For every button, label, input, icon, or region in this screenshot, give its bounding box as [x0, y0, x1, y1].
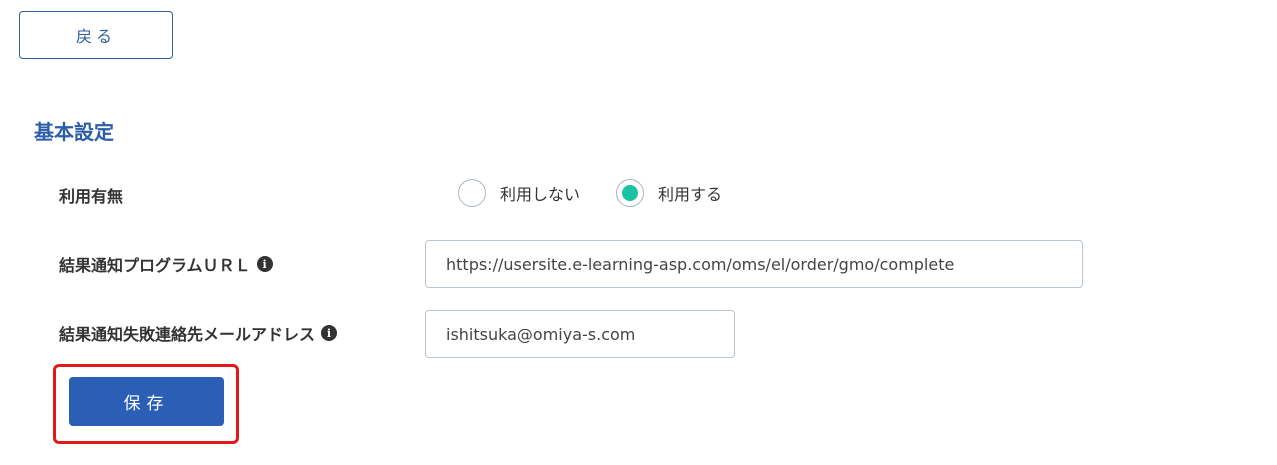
result-url-label-text: 結果通知プログラムＵＲＬ	[59, 256, 251, 275]
info-icon[interactable]: i	[321, 325, 338, 341]
usage-label: 利用有無	[59, 183, 123, 207]
info-icon[interactable]: i	[256, 256, 273, 272]
radio-not-use[interactable]	[458, 179, 486, 207]
usage-label-text: 利用有無	[59, 187, 124, 206]
result-url-label: 結果通知プログラムＵＲＬ i	[59, 252, 273, 276]
result-url-input[interactable]: https://usersite.e-learning-asp.com/oms/…	[425, 240, 1083, 288]
radio-not-use-label: 利用しない	[500, 185, 581, 204]
radio-use-label: 利用する	[658, 185, 723, 204]
radio-use[interactable]	[616, 179, 645, 207]
radio-option-use[interactable]: 利用する	[616, 179, 722, 207]
radio-selected-dot	[622, 185, 639, 201]
usage-radio-group: 利用しない 利用する	[458, 179, 722, 207]
failure-email-label-text: 結果通知失敗連絡先メールアドレス	[59, 325, 316, 344]
save-button[interactable]: 保存	[69, 377, 224, 426]
failure-email-label: 結果通知失敗連絡先メールアドレス i	[59, 321, 338, 345]
back-button[interactable]: 戻る	[19, 11, 173, 59]
section-title: 基本設定	[34, 120, 114, 144]
radio-option-not-use[interactable]: 利用しない	[458, 179, 580, 207]
failure-email-input[interactable]: ishitsuka@omiya-s.com	[425, 310, 735, 358]
